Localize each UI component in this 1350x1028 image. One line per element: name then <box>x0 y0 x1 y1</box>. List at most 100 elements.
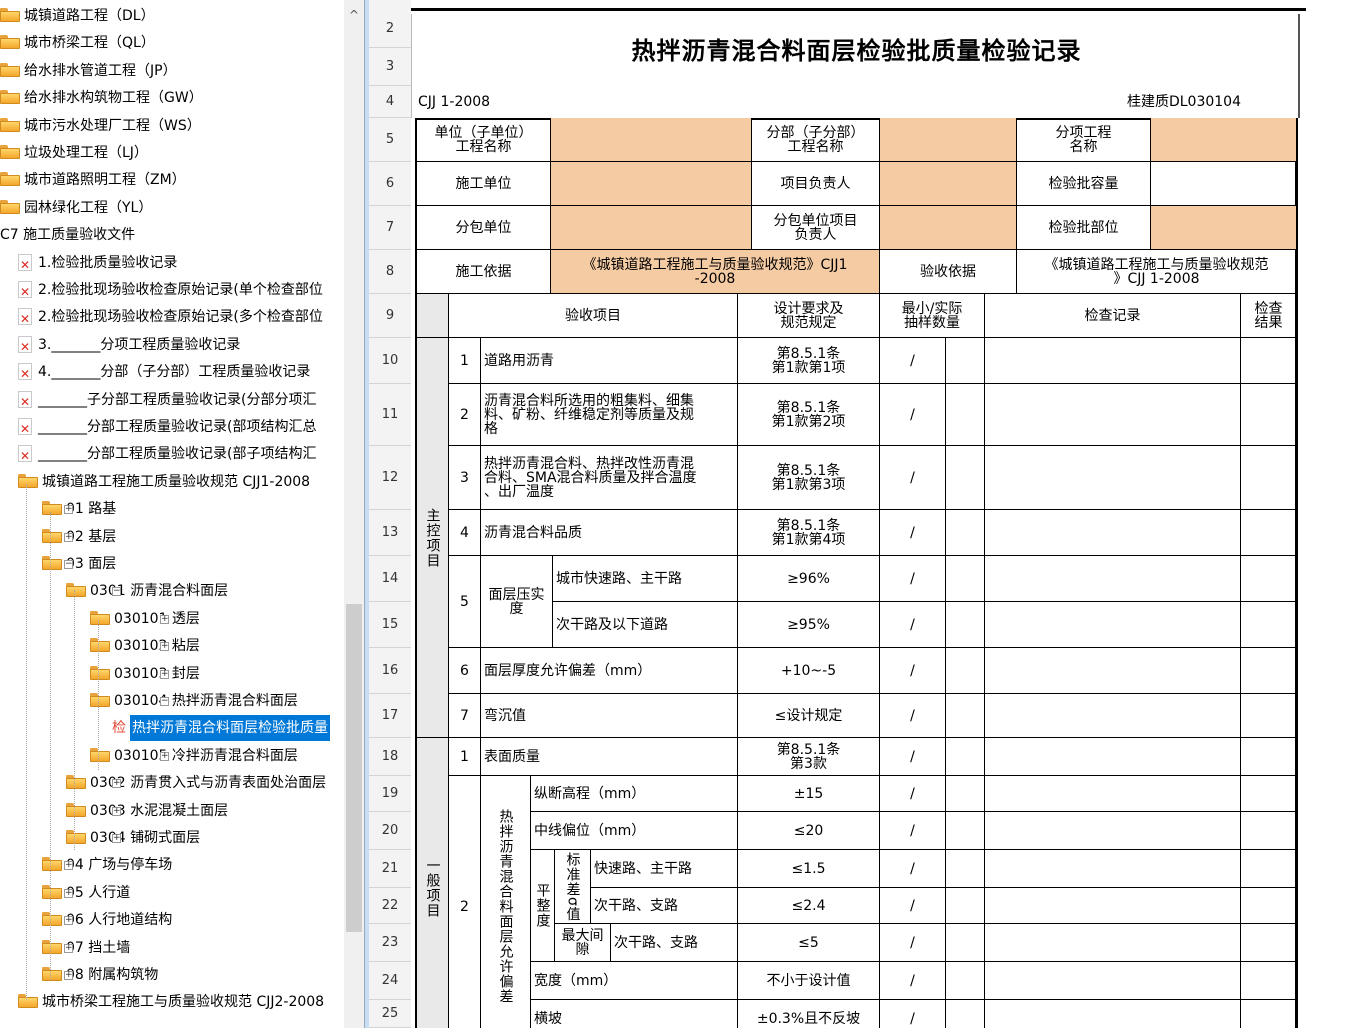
tree-node[interactable]: 给水排水管道工程（JP） <box>0 58 177 84</box>
tree-node[interactable]: 1.检验批质量验收记录 <box>18 250 177 278</box>
tree-node[interactable]: 3._______分项工程质量验收记录 <box>18 332 240 360</box>
expand-icon[interactable]: + <box>160 642 169 652</box>
row-header[interactable]: 16 <box>369 648 411 694</box>
check-record[interactable] <box>985 446 1241 510</box>
tree-node[interactable]: −03 面层 <box>42 551 116 577</box>
row-header[interactable]: 5 <box>369 118 411 162</box>
sample-actual[interactable] <box>946 738 985 776</box>
sample-actual[interactable] <box>946 962 985 1000</box>
row-header[interactable]: 2 <box>369 10 411 48</box>
tree-node[interactable]: +030105 冷拌沥青混合料面层 <box>90 743 298 769</box>
row-header[interactable]: 10 <box>369 338 411 384</box>
check-result[interactable] <box>1241 694 1297 738</box>
tree-node[interactable]: +0304 铺砌式面层 <box>66 825 200 851</box>
tree-node[interactable]: +02 基层 <box>42 524 116 550</box>
sample-actual[interactable] <box>946 510 985 556</box>
collapse-icon[interactable]: − <box>112 587 121 597</box>
scrollbar-thumb[interactable] <box>346 604 362 932</box>
check-record[interactable] <box>985 384 1241 446</box>
expand-icon[interactable]: + <box>64 916 73 926</box>
row-header[interactable]: 23 <box>369 924 411 962</box>
tree-node[interactable]: +04 广场与停车场 <box>42 852 172 878</box>
expand-icon[interactable]: + <box>64 505 73 515</box>
check-result[interactable] <box>1241 812 1297 850</box>
row-header[interactable]: 22 <box>369 888 411 924</box>
check-result[interactable] <box>1241 962 1297 1000</box>
collapse-icon[interactable]: − <box>160 697 169 706</box>
tree-node[interactable]: +08 附属构筑物 <box>42 962 158 988</box>
row-header[interactable]: 19 <box>369 776 411 812</box>
unit-name-value[interactable] <box>551 118 752 162</box>
row-header[interactable]: 3 <box>369 48 411 86</box>
tree-scrollbar[interactable]: ^ <box>344 0 364 1028</box>
sub-manager-value[interactable] <box>880 206 1017 250</box>
expand-icon[interactable]: + <box>112 779 121 789</box>
tree-node[interactable]: −0301 沥青混合料面层 <box>66 578 228 604</box>
sample-actual[interactable] <box>946 850 985 888</box>
tree-node[interactable]: 城市道路照明工程（ZM） <box>0 167 186 193</box>
check-record[interactable] <box>985 850 1241 888</box>
check-result[interactable] <box>1241 446 1297 510</box>
sample-actual[interactable] <box>946 776 985 812</box>
capacity-value[interactable] <box>1151 162 1297 206</box>
check-record[interactable] <box>985 648 1241 694</box>
row-header[interactable]: 7 <box>369 206 411 250</box>
tree-node[interactable]: 园林绿化工程（YL） <box>0 195 152 221</box>
row-header[interactable]: 15 <box>369 602 411 648</box>
tree-node[interactable]: 4._______分部（子分部）工程质量验收记录 <box>18 359 310 387</box>
sample-actual[interactable] <box>946 1000 985 1028</box>
check-record[interactable] <box>985 1000 1241 1028</box>
tree-node[interactable]: 垃圾处理工程（LJ） <box>0 140 148 166</box>
row-header[interactable]: 9 <box>369 294 411 338</box>
tree-node[interactable]: +01 路基 <box>42 496 116 522</box>
tree-node[interactable]: C7 施工质量验收文件 <box>0 222 135 248</box>
check-record[interactable] <box>985 338 1241 384</box>
check-result[interactable] <box>1241 850 1297 888</box>
expand-icon[interactable]: + <box>64 888 73 898</box>
basis-value[interactable]: 《城镇道路工程施工与质量验收规范》CJJ1 -2008 <box>551 250 880 294</box>
tree-node[interactable]: +030102 粘层 <box>90 633 200 659</box>
sample-actual[interactable] <box>946 648 985 694</box>
check-result[interactable] <box>1241 338 1297 384</box>
tree-node[interactable]: +0303 水泥混凝土面层 <box>66 798 228 824</box>
tree-node[interactable]: +030101 透层 <box>90 606 200 632</box>
subcontractor-value[interactable] <box>551 206 752 250</box>
tree-node[interactable]: +0302 沥青贯入式与沥青表面处治面层 <box>66 770 326 796</box>
tree-node[interactable]: _______分部工程质量验收记录(部子项结构汇 <box>18 441 316 469</box>
tree-node[interactable]: 城市桥梁工程（QL） <box>0 30 155 56</box>
collapse-icon[interactable]: − <box>64 560 73 569</box>
check-result[interactable] <box>1241 924 1297 962</box>
check-result[interactable] <box>1241 602 1297 648</box>
sample-actual[interactable] <box>946 446 985 510</box>
tree-node[interactable]: 检热拌沥青混合料面层检验批质量 <box>112 715 330 742</box>
expand-icon[interactable]: + <box>112 806 121 816</box>
part-name-value[interactable] <box>880 118 1017 162</box>
check-result[interactable] <box>1241 738 1297 776</box>
tree-node[interactable]: 2.检验批现场验收检查原始记录(多个检查部位 <box>18 304 323 332</box>
check-record[interactable] <box>985 602 1241 648</box>
row-header[interactable]: 11 <box>369 384 411 446</box>
row-header[interactable]: 8 <box>369 250 411 294</box>
tree-node[interactable]: +030103 封层 <box>90 661 200 687</box>
check-record[interactable] <box>985 776 1241 812</box>
sample-actual[interactable] <box>946 602 985 648</box>
check-record[interactable] <box>985 812 1241 850</box>
sample-actual[interactable] <box>946 384 985 446</box>
item-name-value[interactable] <box>1151 118 1297 162</box>
row-header[interactable]: 18 <box>369 738 411 776</box>
tree-node[interactable]: 给水排水构筑物工程（GW） <box>0 85 203 111</box>
check-result[interactable] <box>1241 384 1297 446</box>
file-tree[interactable]: 城镇道路工程（DL） 城市桥梁工程（QL） 给水排水管道工程（JP） 给水排水构筑物工… <box>0 0 344 1028</box>
sample-actual[interactable] <box>946 888 985 924</box>
check-record[interactable] <box>985 694 1241 738</box>
manager-value[interactable] <box>880 162 1017 206</box>
check-record[interactable] <box>985 510 1241 556</box>
sample-actual[interactable] <box>946 924 985 962</box>
row-header[interactable]: 20 <box>369 812 411 850</box>
tree-node[interactable]: 城市污水处理厂工程（WS） <box>0 113 201 139</box>
check-record[interactable] <box>985 556 1241 602</box>
check-result[interactable] <box>1241 648 1297 694</box>
constructor-value[interactable] <box>551 162 752 206</box>
sample-actual[interactable] <box>946 556 985 602</box>
row-header[interactable]: 25 <box>369 1000 411 1028</box>
